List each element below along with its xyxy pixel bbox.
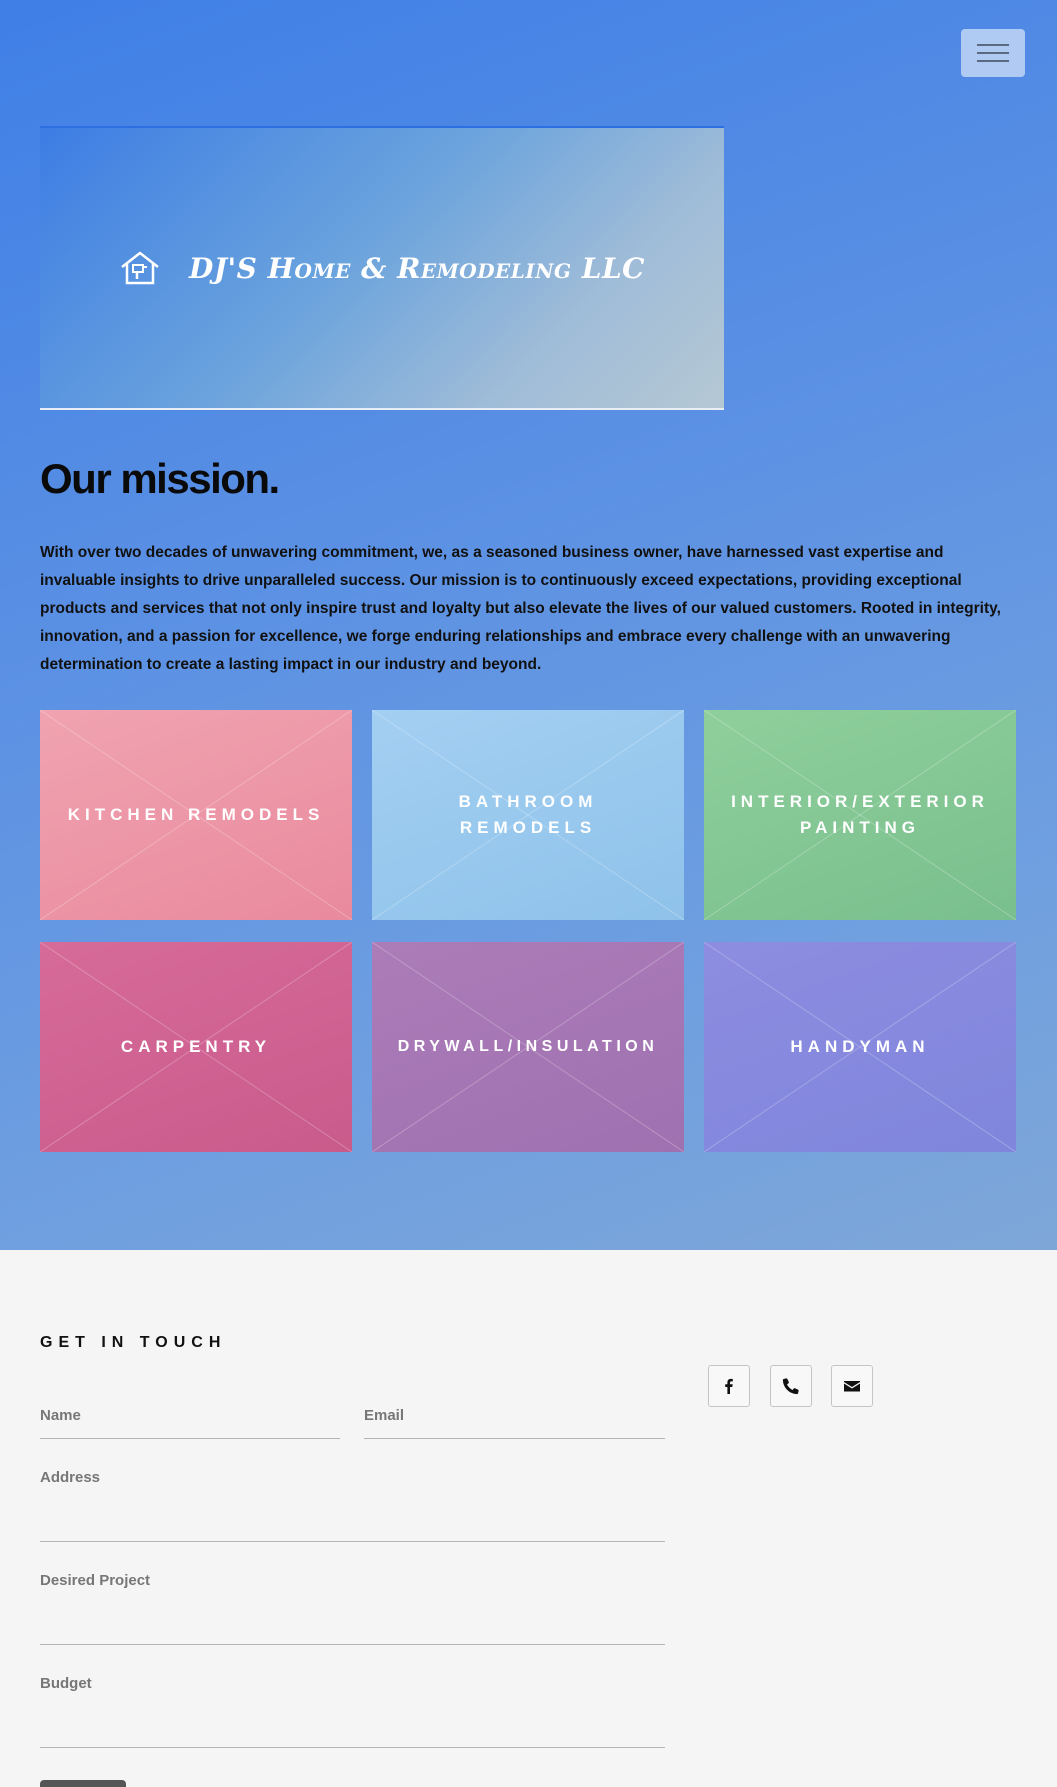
- address-field[interactable]: Address: [40, 1469, 665, 1542]
- email-label: Email: [364, 1407, 405, 1424]
- facebook-icon: [725, 1378, 733, 1394]
- facebook-button[interactable]: [708, 1365, 750, 1407]
- menu-line: [977, 52, 1009, 54]
- desired-project-label: Desired Project: [40, 1572, 151, 1589]
- email-field[interactable]: Email: [364, 1407, 665, 1439]
- envelope-icon: [844, 1381, 860, 1392]
- service-label: DRYWALL/INSULATION: [397, 1038, 659, 1055]
- address-label: Address: [40, 1469, 101, 1486]
- phone-button[interactable]: [770, 1365, 812, 1407]
- service-tile-carpentry[interactable]: CARPENTRY: [40, 942, 352, 1152]
- service-tile-painting[interactable]: INTERIOR/EXTERIOR PAINTING: [704, 710, 1016, 920]
- name-field[interactable]: Name: [40, 1407, 340, 1439]
- mission-text: With over two decades of unwavering comm…: [40, 544, 1001, 673]
- desired-project-field[interactable]: Desired Project: [40, 1572, 665, 1645]
- service-tile-bathroom[interactable]: BATHROOM REMODELS: [372, 710, 684, 920]
- service-tile-drywall[interactable]: DRYWALL/INSULATION: [372, 942, 684, 1152]
- service-label: KITCHEN REMODELS: [67, 805, 325, 824]
- name-label: Name: [40, 1407, 81, 1424]
- service-label: HANDYMAN: [790, 1037, 930, 1056]
- submit-button[interactable]: [40, 1780, 126, 1787]
- service-tile-kitchen[interactable]: KITCHEN REMODELS: [40, 710, 352, 920]
- contact-heading: GET IN TOUCH: [40, 1334, 227, 1351]
- budget-label: Budget: [40, 1675, 92, 1692]
- hamburger-menu-button[interactable]: [961, 29, 1025, 77]
- brand-banner: DJ'S Home & Remodeling LLC: [40, 126, 724, 410]
- house-tools-icon: [121, 251, 159, 285]
- services-grid: KITCHEN REMODELS BATHROOM REMODELS INTER…: [40, 710, 1017, 1152]
- service-label: BATHROOM REMODELS: [458, 792, 598, 837]
- phone-icon: [782, 1378, 799, 1395]
- service-label: INTERIOR/EXTERIOR PAINTING: [731, 792, 989, 837]
- menu-line: [977, 60, 1009, 62]
- budget-field[interactable]: Budget: [40, 1675, 665, 1748]
- email-button[interactable]: [831, 1365, 873, 1407]
- brand-title: DJ'S Home & Remodeling LLC: [189, 251, 645, 285]
- mission-heading: Our mission.: [40, 455, 280, 502]
- service-label: CARPENTRY: [120, 1037, 272, 1056]
- service-tile-handyman[interactable]: HANDYMAN: [704, 942, 1016, 1152]
- menu-line: [977, 44, 1009, 46]
